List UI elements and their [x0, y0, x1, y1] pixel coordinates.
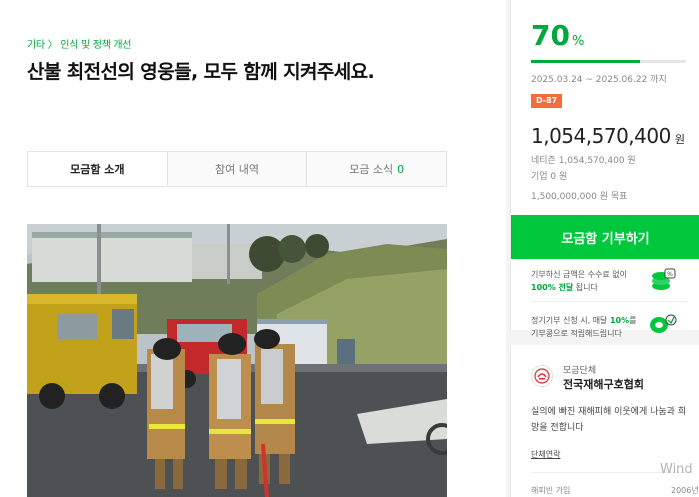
campaign-main: 기타 〉 인식 및 정책 개선 산불 최전선의 영웅들, 모두 함께 지켜주세요… — [0, 0, 506, 497]
funding-percent-unit: % — [571, 34, 585, 49]
funding-progress-bar — [531, 60, 686, 63]
firefighters-photo — [27, 224, 447, 497]
organization-joined-label: 해피빈 가입 — [531, 486, 571, 495]
funding-percent-value: 70 — [531, 19, 570, 52]
tab-participants-label: 참여 내역 — [215, 163, 259, 176]
tab-participants[interactable]: 참여 내역 — [167, 152, 308, 186]
notice-divider — [531, 301, 686, 302]
organization-description: 실의에 빠진 재해피해 이웃에게 나눔과 희망을 전합니다 — [531, 407, 687, 433]
sidebar: 70% 2025.03.24 ~ 2025.06.22 까지 D-87 1,05… — [510, 0, 699, 497]
organization-name[interactable]: 전국재해구호협회 — [563, 376, 644, 392]
fee-notice-highlight: 100% 전달 — [531, 283, 574, 292]
organization-joined: 해피빈 가입 2006년 — [531, 485, 699, 496]
organization-joined-year: 2006년 — [671, 486, 699, 495]
dday-badge: D-87 — [531, 94, 563, 108]
funding-summary-card: 70% 2025.03.24 ~ 2025.06.22 까지 D-87 1,05… — [510, 0, 699, 338]
regular-donation-notice: 정기기부 신청 시, 매달 10%를 기부콩으로 적립해드립니다 — [531, 314, 651, 340]
tab-intro[interactable]: 모금함 소개 — [28, 152, 168, 186]
regular-notice-line2: 기부콩으로 적립해드립니다 — [531, 329, 622, 338]
regular-notice-highlight: 10% — [609, 316, 630, 325]
regular-notice-line1-b: 를 — [629, 316, 637, 325]
os-activation-watermark: Wind — [660, 462, 693, 477]
fee-notice-line2: 100% 전달 됩니다 — [531, 281, 651, 294]
donate-button[interactable]: 모금함 기부하기 — [511, 215, 699, 259]
category-breadcrumb[interactable]: 기타 〉 인식 및 정책 개선 — [27, 36, 132, 51]
fee-notice-line2-text: 됩니다 — [575, 283, 598, 292]
organization-label: 모금단체 — [563, 366, 597, 376]
tab-bar: 모금함 소개 참여 내역 모금 소식 0 — [27, 151, 447, 187]
tab-news[interactable]: 모금 소식 0 — [307, 152, 447, 186]
funding-progress-fill — [531, 60, 640, 63]
raised-amount-value: 1,054,570,400 — [531, 124, 671, 148]
raised-amount: 1,054,570,400 원 — [531, 124, 685, 148]
netizen-amount: 네티즌 1,054,570,400 원 — [531, 156, 636, 166]
raised-amount-unit: 원 — [674, 133, 685, 146]
company-amount: 기업 0 원 — [531, 172, 568, 182]
fee-notice: 기부하신 금액은 수수료 없이 100% 전달 됩니다 — [531, 268, 651, 294]
coin-stack-icon: % — [649, 266, 677, 298]
funding-period: 2025.03.24 ~ 2025.06.22 까지 — [531, 75, 667, 85]
tab-news-label: 모금 소식 — [349, 163, 394, 176]
goal-amount: 1,500,000,000 원 목표 — [531, 192, 628, 202]
regular-notice-line1: 정기기부 신청 시, 매달 10%를 — [531, 314, 651, 327]
amount-breakdown: 네티즌 1,054,570,400 원 기업 0 원 — [531, 153, 636, 185]
organization-logo-icon — [531, 365, 553, 387]
regular-notice-line1-a: 정기기부 신청 시, 매달 — [531, 316, 610, 325]
fee-notice-line1: 기부하신 금액은 수수료 없이 — [531, 270, 627, 279]
svg-text:%: % — [667, 271, 673, 278]
bean-icon — [649, 313, 677, 339]
funding-percent: 70% — [531, 19, 584, 52]
organization-contact-link[interactable]: 단체연락 — [531, 449, 560, 460]
page-title: 산불 최전선의 영웅들, 모두 함께 지켜주세요. — [27, 61, 375, 83]
tab-intro-label: 모금함 소개 — [70, 162, 125, 176]
tab-news-count: 0 — [397, 162, 405, 176]
